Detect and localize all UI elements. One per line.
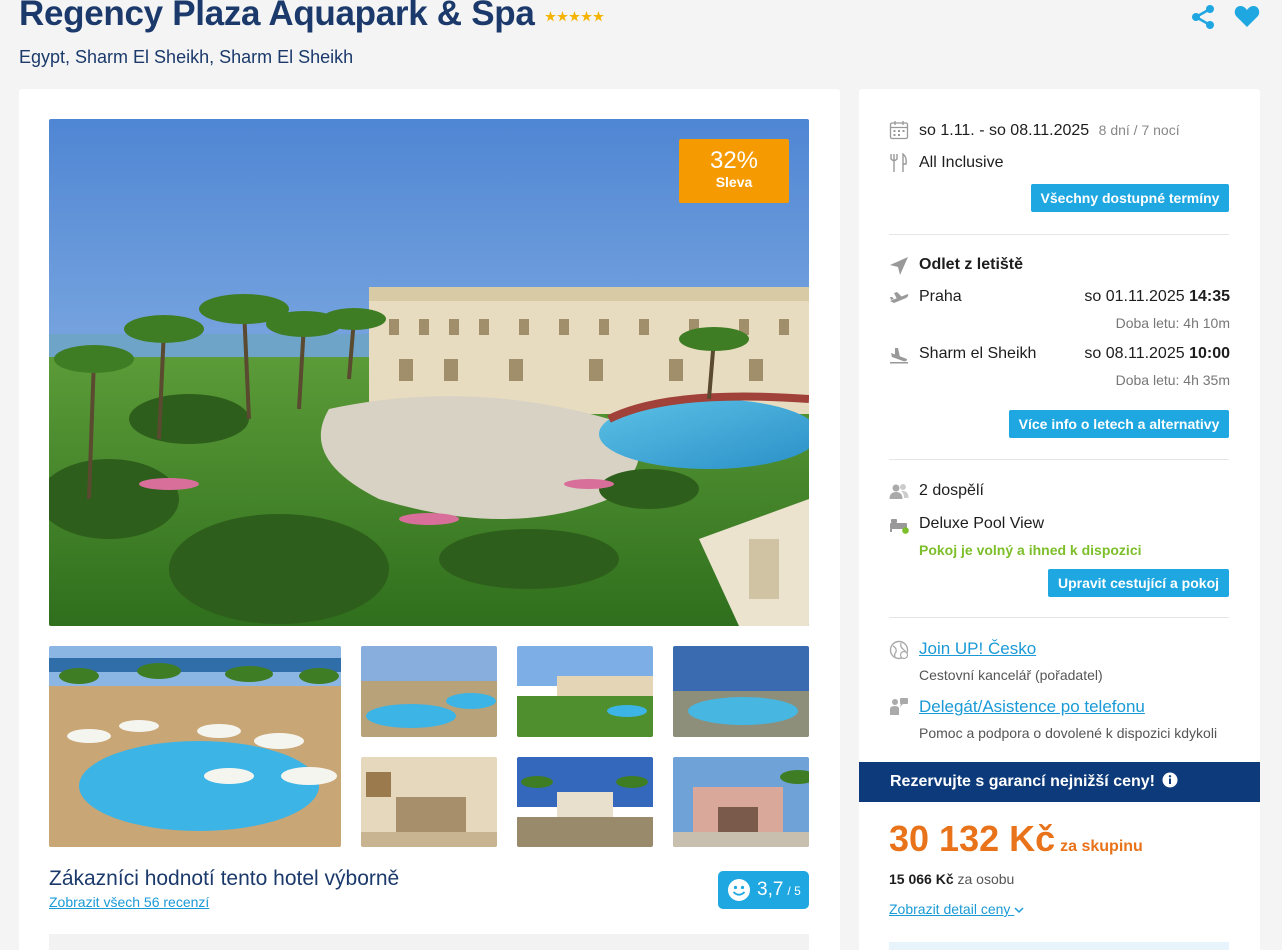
- per-person-amount: 15 066 Kč: [889, 871, 954, 887]
- navigation-arrow-icon: [890, 257, 908, 275]
- thumbnail-gate[interactable]: [673, 757, 809, 847]
- discount-label: Sleva: [715, 174, 753, 190]
- calendar-icon: [889, 121, 909, 140]
- total-price: 30 132 Kč: [889, 818, 1056, 859]
- inbound-flight-time: Doba letu: 4h 35m: [1115, 372, 1230, 388]
- trip-duration: 8 dní / 7 nocí: [1098, 122, 1180, 138]
- score-value: 3,7: [757, 879, 784, 900]
- star-icon: [580, 10, 592, 21]
- inbound-date: so 08.11.2025: [1084, 345, 1185, 362]
- heart-icon[interactable]: [1234, 4, 1260, 28]
- price-guarantee-banner: Rezervujte s garancí nejnižší ceny!: [859, 762, 1260, 802]
- board-type: All Inclusive: [919, 154, 1004, 171]
- outbound-city: Praha: [919, 288, 962, 305]
- info-icon[interactable]: [1162, 772, 1178, 788]
- thumbnail-pool-evening[interactable]: [673, 646, 809, 737]
- price-detail-label: Zobrazit detail ceny: [889, 901, 1011, 917]
- inbound-datetime: so 08.11.2025 10:00: [1084, 345, 1230, 363]
- departure-heading: Odlet z letiště: [919, 256, 1024, 273]
- agency-subtitle: Cestovní kancelář (pořadatel): [919, 667, 1103, 683]
- main-photo[interactable]: 32% Sleva: [49, 119, 809, 626]
- smiley-icon: [728, 879, 750, 901]
- flights-info-button[interactable]: Více info o letech a alternativy: [1009, 410, 1229, 438]
- discount-percent: 32%: [709, 147, 759, 174]
- all-dates-button[interactable]: Všechny dostupné termíny: [1031, 184, 1229, 212]
- star-icon: [592, 10, 604, 21]
- cutlery-icon: [890, 153, 907, 172]
- users-icon: [889, 484, 909, 499]
- inbound-city: Sharm el Sheikh: [919, 345, 1037, 362]
- outbound-time: 14:35: [1189, 288, 1230, 305]
- edit-travelers-button[interactable]: Upravit cestující a pokoj: [1048, 569, 1229, 597]
- per-person-label: za osobu: [957, 871, 1015, 887]
- inbound-time: 10:00: [1189, 345, 1230, 362]
- next-section-box: [889, 942, 1229, 950]
- share-icon[interactable]: [1190, 4, 1216, 30]
- star-rating: [544, 10, 604, 22]
- support-link[interactable]: Delegát/Asistence po telefonu: [919, 697, 1145, 717]
- price-unit: za skupinu: [1060, 838, 1143, 855]
- discount-badge: 32% Sleva: [679, 139, 789, 203]
- header-actions: [1190, 4, 1260, 30]
- score-badge[interactable]: 3,7 / 5: [718, 871, 809, 909]
- outbound-datetime: so 01.11.2025 14:35: [1084, 288, 1230, 306]
- room-type: Deluxe Pool View: [919, 515, 1045, 532]
- next-section-strip: [49, 934, 809, 950]
- hotel-location: Egypt, Sharm El Sheikh, Sharm El Sheikh: [19, 47, 354, 67]
- trip-dates: so 1.11. - so 08.11.2025: [919, 122, 1090, 139]
- support-subtitle: Pomoc a podpora o dovolené k dispozici k…: [919, 725, 1218, 741]
- rating-title: Zákazníci hodnotí tento hotel výborně: [49, 867, 400, 890]
- price-per-person: 15 066 Kč za osobu: [889, 871, 1014, 887]
- plane-arrival-icon: [890, 348, 908, 364]
- total-price-row: 30 132 Kč za skupinu: [889, 818, 1143, 860]
- divider: [889, 617, 1229, 618]
- support-agent-icon: [890, 698, 908, 715]
- thumbnail-image: [673, 646, 809, 737]
- thumbnail-image: [517, 646, 653, 737]
- title-row: Regency Plaza Aquapark & Spa: [19, 0, 604, 34]
- trip-dates-row: so 1.11. - so 08.11.2025 8 dní / 7 nocí: [919, 122, 1180, 140]
- thumbnail-image: [361, 646, 497, 737]
- divider: [889, 234, 1229, 235]
- thumbnail-beach-pool[interactable]: [49, 646, 341, 847]
- agency-link[interactable]: Join UP! Česko: [919, 639, 1036, 659]
- thumbnail-gardens[interactable]: [517, 646, 653, 737]
- star-icon: [556, 10, 568, 21]
- guarantee-text: Rezervujte s garancí nejnižší ceny!: [890, 773, 1155, 790]
- plane-departure-icon: [890, 292, 909, 303]
- divider: [889, 459, 1229, 460]
- outbound-flight-time: Doba letu: 4h 10m: [1115, 315, 1230, 331]
- gallery-panel: 32% Sleva Zákazníci hodnotí tento hotel …: [19, 89, 840, 950]
- star-icon: [544, 10, 556, 21]
- room-availability: Pokoj je volný a ihned k dispozici: [919, 542, 1142, 558]
- price-detail-link[interactable]: Zobrazit detail ceny: [889, 901, 1024, 917]
- thumbnail-image: [517, 757, 653, 847]
- thumbnail-image: [361, 757, 497, 847]
- outbound-date: so 01.11.2025: [1084, 288, 1185, 305]
- thumbnail-pool-aerial[interactable]: [361, 646, 497, 737]
- globe-agency-icon: [889, 640, 909, 660]
- star-icon: [568, 10, 580, 21]
- thumbnail-room[interactable]: [361, 757, 497, 847]
- thumbnail-entrance[interactable]: [517, 757, 653, 847]
- hotel-title: Regency Plaza Aquapark & Spa: [19, 0, 535, 33]
- thumbnail-image: [49, 646, 341, 847]
- thumbnail-image: [673, 757, 809, 847]
- booking-panel: so 1.11. - so 08.11.2025 8 dní / 7 nocí …: [859, 89, 1260, 950]
- score-max: / 5: [787, 884, 801, 898]
- bed-available-icon: [890, 519, 909, 534]
- travelers-count: 2 dospělí: [919, 482, 984, 499]
- chevron-down-icon: [1014, 907, 1024, 914]
- reviews-link[interactable]: Zobrazit všech 56 recenzí: [49, 894, 209, 910]
